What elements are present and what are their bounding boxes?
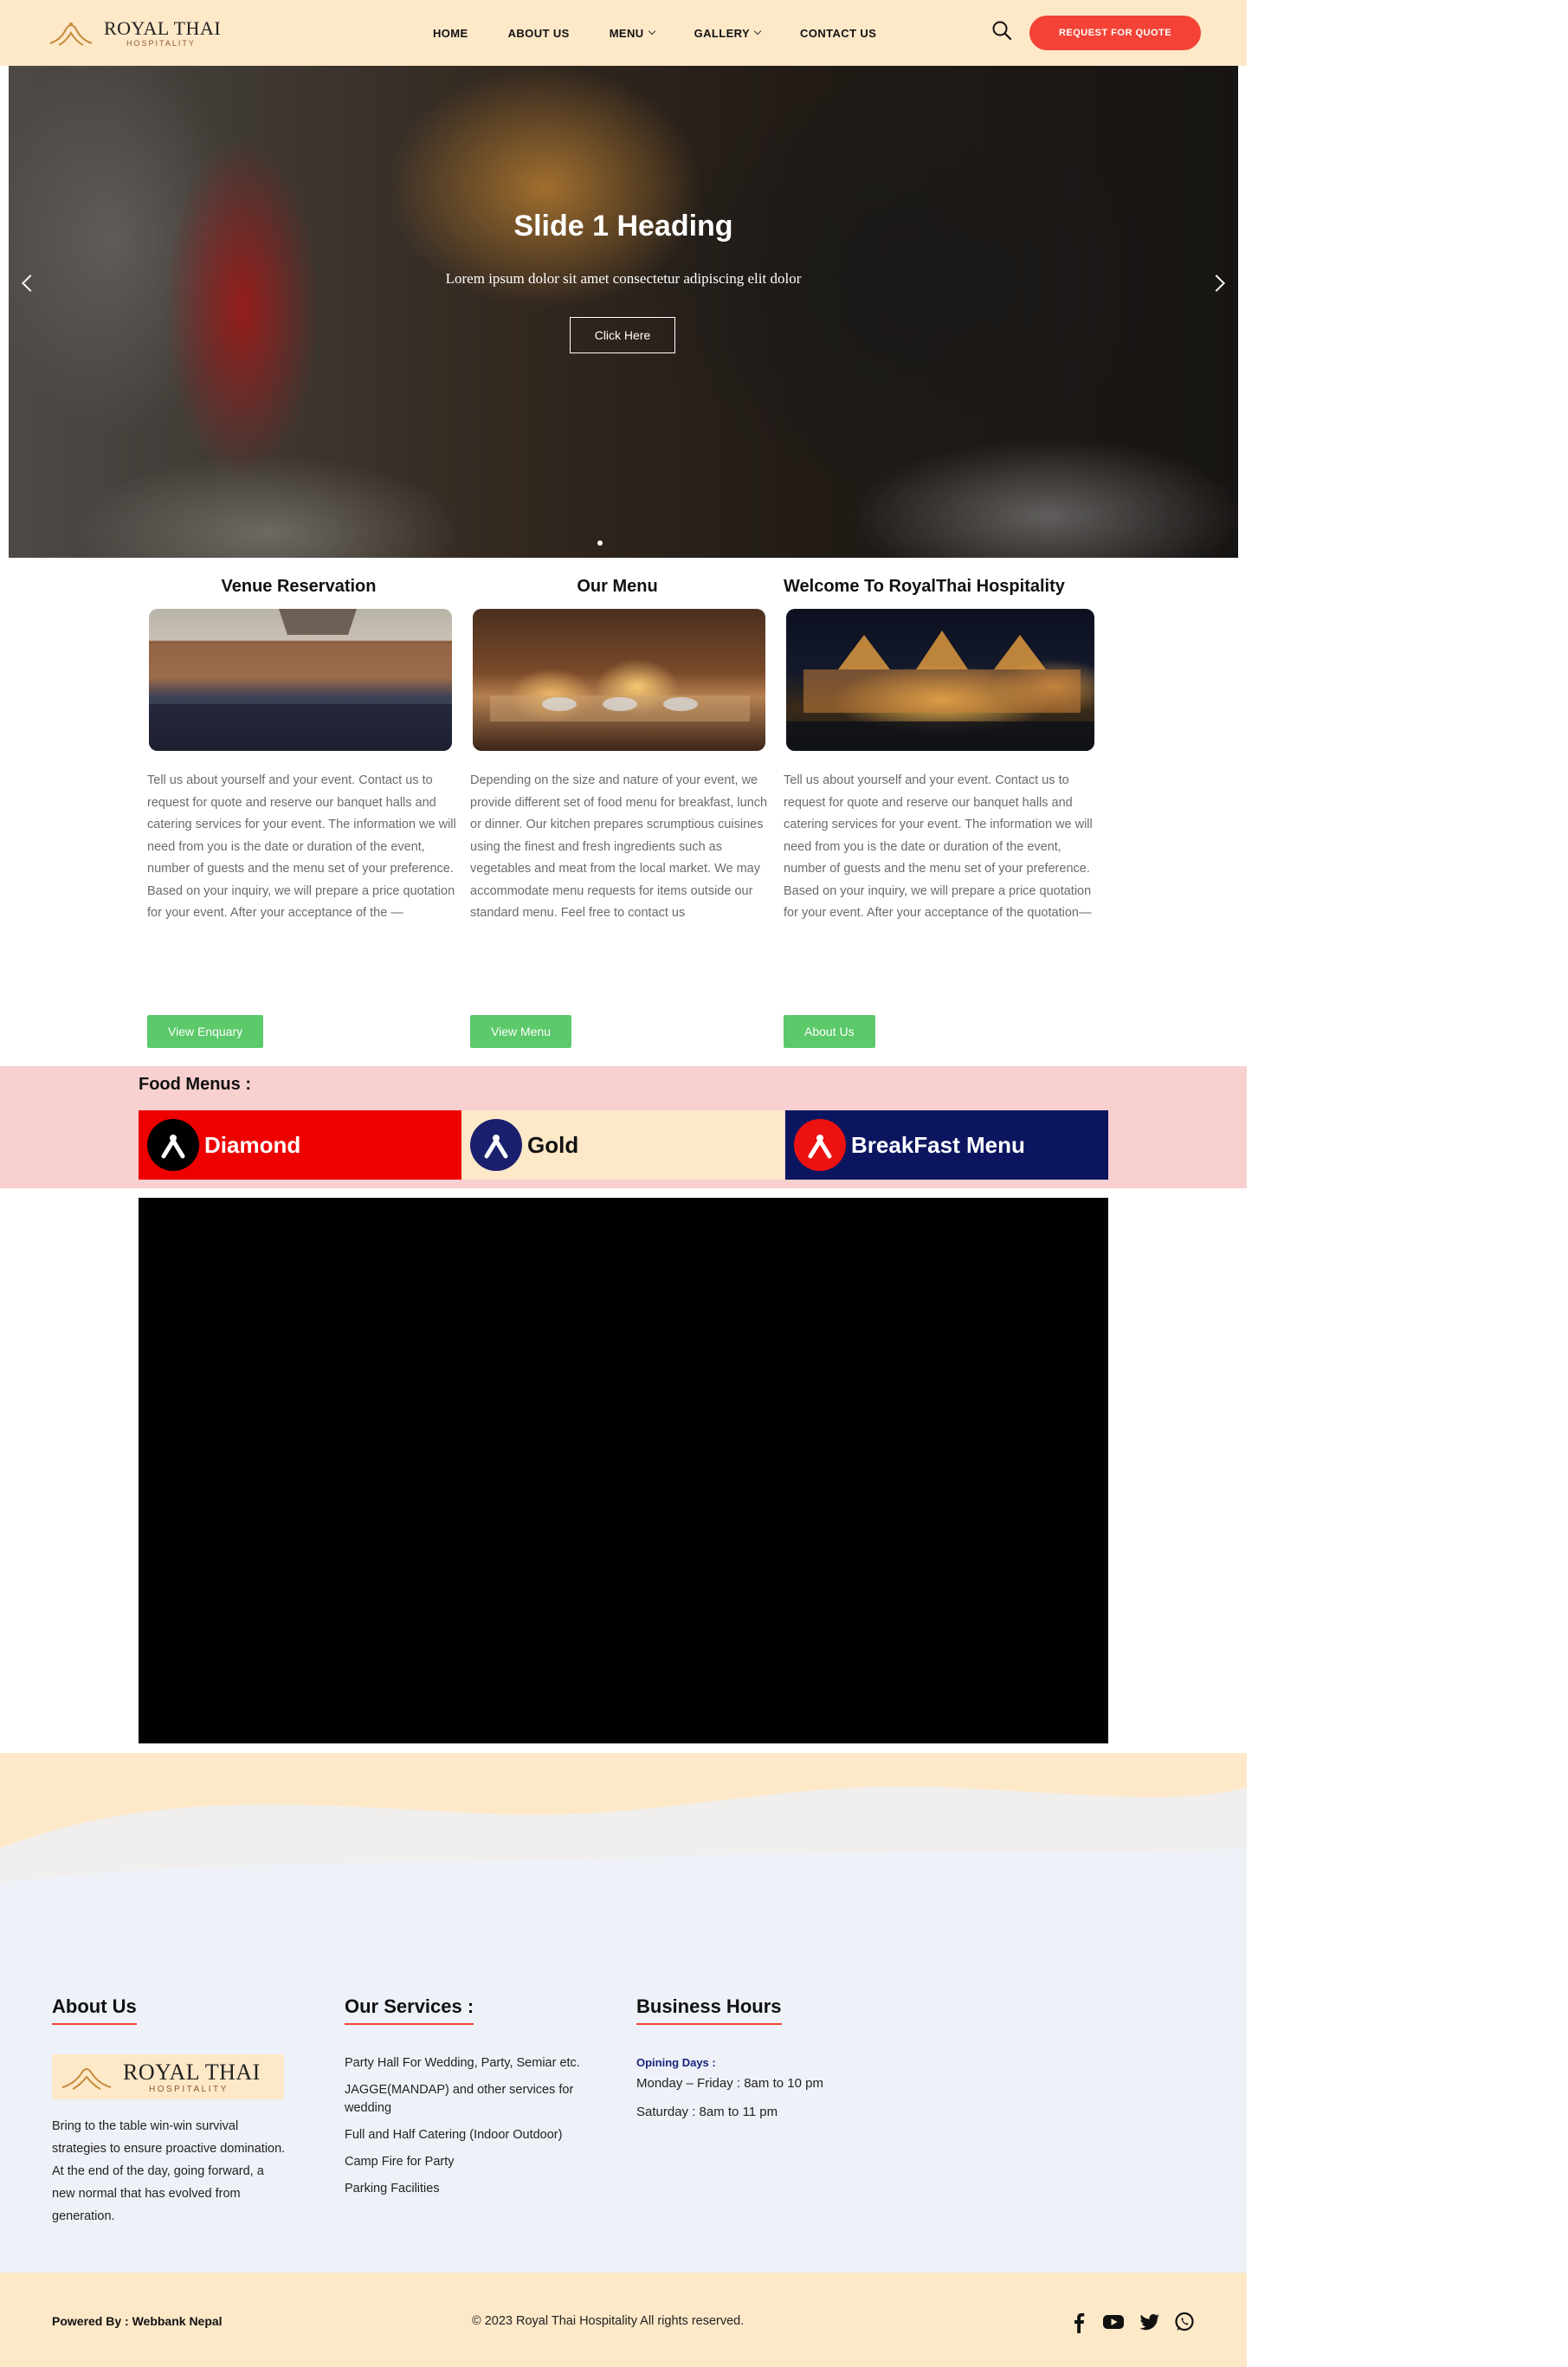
food-menus-section: Food Menus : Diamond Gold BreakFast Menu (0, 1066, 1247, 1188)
site-logo[interactable]: ROYAL THAI HOSPITALITY (47, 16, 229, 50)
main-nav: HOME ABOUT US MENU GALLERY CONTACT US (433, 24, 916, 42)
hero-cta-button[interactable]: Click Here (570, 317, 675, 353)
view-enquiry-button[interactable]: View Enquary (147, 1015, 264, 1048)
whatsapp-icon[interactable] (1173, 2311, 1196, 2333)
facebook-icon[interactable] (1068, 2311, 1090, 2333)
utensils-icon (147, 1119, 199, 1171)
card-title: Our Menu (577, 577, 658, 596)
utensils-icon (470, 1119, 522, 1171)
hero-slider: Slide 1 Heading Lorem ipsum dolor sit am… (9, 66, 1238, 558)
nav-gallery[interactable]: GALLERY (694, 26, 762, 40)
hero-caption: Lorem ipsum dolor sit amet consectetur a… (445, 270, 802, 287)
hours-row: Saturday : 8am to 11 pm (636, 2105, 778, 2119)
card-text: Tell us about yourself and your event. C… (784, 773, 1093, 920)
welcome-photo-art (786, 631, 1094, 751)
menu-tile-label: BreakFast Menu (851, 1131, 1025, 1158)
slider-dot[interactable] (597, 540, 603, 546)
menu-photo (473, 609, 765, 751)
request-quote-button[interactable]: REQUEST FOR QUOTE (1029, 16, 1201, 50)
logo-subtitle: HOSPITALITY (126, 39, 196, 48)
footer-about: About Us ROYAL THAI HOSPITALITY Bring to… (52, 1995, 286, 2228)
services-list: Party Hall For Wedding, Party, Semiar et… (345, 2054, 613, 2198)
card-venue-reservation: Venue Reservation Tell us about yourself… (147, 577, 459, 1048)
footer-logo-name: ROYAL THAI (123, 2060, 261, 2085)
nav-menu[interactable]: MENU (610, 27, 655, 40)
footer-logo-subtitle: HOSPITALITY (149, 2085, 229, 2094)
footer-wave (0, 1753, 1247, 1900)
nav-menu-label: MENU (609, 26, 644, 40)
service-item: Camp Fire for Party (345, 2155, 455, 2169)
menu-tile-breakfast[interactable]: BreakFast Menu (785, 1110, 1108, 1180)
view-menu-button[interactable]: View Menu (470, 1015, 572, 1048)
logo-mark-icon (61, 2068, 112, 2090)
powered-by[interactable]: Powered By : Webbank Nepal (52, 2314, 223, 2328)
nav-about-us[interactable]: ABOUT US (508, 27, 570, 40)
bottom-bar: Powered By : Webbank Nepal © 2023 Royal … (0, 2273, 1247, 2367)
footer-about-text: Bring to the table win-win survival stra… (52, 2119, 286, 2223)
chevron-down-icon (648, 27, 655, 35)
footer-hours-title: Business Hours (636, 1995, 782, 2025)
service-item: Full and Half Catering (Indoor Outdoor) (345, 2128, 563, 2142)
service-item: Party Hall For Wedding, Party, Semiar et… (345, 2056, 580, 2070)
menu-tile-label: Diamond (204, 1131, 301, 1158)
service-item: JAGGE(MANDAP) and other services for wed… (345, 2083, 574, 2115)
menu-tile-label: Gold (527, 1131, 579, 1158)
logo-name: ROYAL THAI (104, 17, 222, 39)
site-footer: About Us ROYAL THAI HOSPITALITY Bring to… (0, 1900, 1247, 2273)
venue-photo (149, 609, 452, 751)
search-icon[interactable] (990, 19, 1013, 42)
menu-tile-gold[interactable]: Gold (461, 1110, 784, 1180)
nav-gallery-label: GALLERY (694, 26, 751, 40)
nav-contact-us[interactable]: CONTACT US (800, 27, 876, 40)
card-welcome: Welcome To RoyalThai Hospitality Tell us… (784, 577, 1095, 1048)
youtube-icon[interactable] (1102, 2311, 1125, 2333)
site-header: ROYAL THAI HOSPITALITY HOME ABOUT US MEN… (0, 0, 1247, 66)
chevron-down-icon (753, 27, 762, 35)
card-title: Venue Reservation (221, 577, 377, 596)
footer-services-title: Our Services : (345, 1995, 474, 2025)
card-title: Welcome To RoyalThai Hospitality (784, 577, 1065, 596)
venue-photo-art (149, 609, 452, 751)
utensils-icon (794, 1119, 846, 1171)
footer-business-hours: Business Hours Opining Days : Monday – F… (636, 1995, 823, 2119)
video-player[interactable] (139, 1198, 1108, 1743)
menu-photo-art (490, 695, 750, 721)
card-text: Depending on the size and nature of your… (470, 773, 768, 920)
nav-home-label: HOME (433, 26, 468, 40)
hours-row: Monday – Friday : 8am to 10 pm (636, 2076, 823, 2091)
nav-contact-label: CONTACT US (800, 26, 877, 40)
copyright: © 2023 Royal Thai Hospitality All rights… (472, 2314, 745, 2328)
footer-about-title: About Us (52, 1995, 137, 2025)
twitter-icon[interactable] (1139, 2311, 1161, 2333)
food-menus-label: Food Menus : (139, 1075, 251, 1094)
hero-heading: Slide 1 Heading (513, 210, 733, 243)
welcome-photo (786, 609, 1094, 751)
nav-about-label: ABOUT US (507, 26, 570, 40)
menu-tile-diamond[interactable]: Diamond (139, 1110, 461, 1180)
card-text: Tell us about yourself and your event. C… (147, 773, 456, 920)
hero-image (9, 66, 1238, 558)
page: ROYAL THAI HOSPITALITY HOME ABOUT US MEN… (0, 0, 1247, 2367)
footer-services: Our Services : Party Hall For Wedding, P… (345, 1995, 613, 2207)
nav-home[interactable]: HOME (433, 27, 468, 40)
about-us-button[interactable]: About Us (784, 1015, 875, 1048)
card-our-menu: Our Menu Depending on the size and natur… (470, 577, 782, 1048)
opening-days-label: Opining Days : (636, 2056, 716, 2069)
service-item: Parking Facilities (345, 2182, 440, 2196)
logo-mark-icon (49, 23, 93, 46)
footer-logo: ROYAL THAI HOSPITALITY (52, 2054, 284, 2099)
